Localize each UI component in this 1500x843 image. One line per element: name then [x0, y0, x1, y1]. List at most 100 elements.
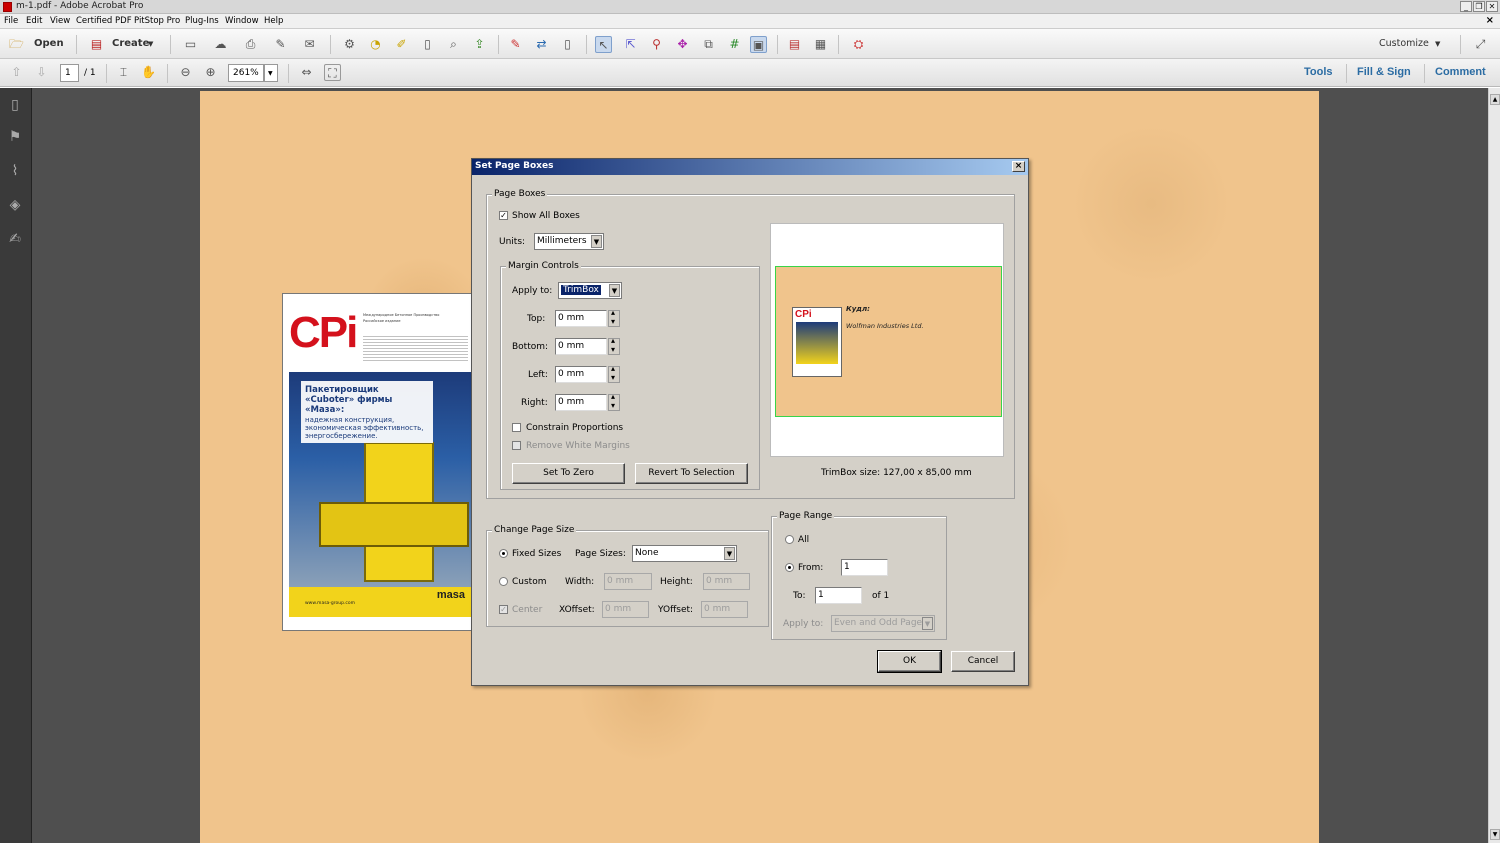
dialog-close-icon[interactable]: ×	[1012, 161, 1025, 172]
menu-certified-pdf[interactable]: Certified PDF	[76, 16, 132, 26]
page-boxes-icon[interactable]: ▣	[750, 36, 767, 53]
next-page-icon[interactable]: ⇩	[33, 64, 50, 81]
menu-help[interactable]: Help	[264, 16, 283, 26]
left-margin-input[interactable]: 0 mm	[555, 366, 607, 383]
email-icon[interactable]: ✉	[301, 36, 318, 53]
yoffset-input[interactable]: 0 mm	[701, 601, 748, 618]
menu-window[interactable]: Window	[225, 16, 259, 26]
select-object-icon[interactable]: ↖	[595, 36, 612, 53]
right-margin-input[interactable]: 0 mm	[555, 394, 607, 411]
pitstop-edit-icon[interactable]: ⇄	[533, 36, 550, 53]
to-input[interactable]: 1	[815, 587, 862, 604]
preview-thumbnail: CPi	[792, 307, 842, 377]
edit-icon[interactable]: ✎	[272, 36, 289, 53]
open-folder-icon[interactable]: 🗁	[8, 36, 25, 53]
ok-button[interactable]: OK	[877, 650, 942, 673]
zoom-level-input[interactable]: 261%	[228, 64, 264, 82]
action-list-icon[interactable]: ⛭	[850, 36, 867, 53]
comment-pane-link[interactable]: Comment	[1435, 66, 1486, 78]
save-icon[interactable]: ▭	[182, 36, 199, 53]
cancel-button[interactable]: Cancel	[951, 651, 1015, 672]
close-window-button[interactable]: ✕	[1486, 1, 1498, 12]
page-sizes-select[interactable]: None ▼	[632, 545, 737, 562]
page-icon[interactable]: ▯	[559, 36, 576, 53]
top-stepper[interactable]	[608, 308, 620, 327]
from-input[interactable]: 1	[841, 559, 888, 576]
page-number-input[interactable]: 1	[60, 64, 79, 82]
remove-white-margins-checkbox[interactable]	[512, 441, 521, 450]
left-stepper[interactable]	[608, 364, 620, 383]
export-icon[interactable]: ⇪	[471, 36, 488, 53]
move-icon[interactable]: ✥	[674, 36, 691, 53]
attachments-icon[interactable]: ⌇	[6, 162, 24, 180]
fixed-sizes-radio[interactable]	[499, 549, 508, 558]
custom-radio[interactable]	[499, 577, 508, 586]
create-button[interactable]: Create	[112, 38, 149, 49]
bottom-stepper[interactable]	[608, 336, 620, 355]
comment-bubble-icon[interactable]: ◔	[367, 36, 384, 53]
constrain-proportions-checkbox[interactable]	[512, 423, 521, 432]
tools-pane-link[interactable]: Tools	[1304, 66, 1333, 78]
select-text-icon[interactable]: ⇱	[622, 36, 639, 53]
width-input[interactable]: 0 mm	[604, 573, 652, 590]
fit-width-icon[interactable]: ⇔	[298, 64, 315, 81]
scroll-up-icon[interactable]: ▲	[1490, 94, 1500, 105]
revert-to-selection-button[interactable]: Revert To Selection	[635, 463, 748, 484]
select-cursor-icon[interactable]: ⌶	[115, 64, 132, 81]
previous-page-icon[interactable]: ⇧	[8, 64, 25, 81]
print-icon[interactable]: ⎙	[242, 36, 259, 53]
settings-gear-icon[interactable]: ⚙	[341, 36, 358, 53]
crop-icon[interactable]: ⧉	[700, 36, 717, 53]
from-radio[interactable]	[785, 563, 794, 572]
close-document-button[interactable]: ×	[1486, 15, 1494, 26]
fit-page-icon[interactable]: ⛶	[324, 64, 341, 81]
preflight-icon[interactable]: ✎	[507, 36, 524, 53]
minimize-button[interactable]: _	[1460, 1, 1472, 12]
open-button[interactable]: Open	[34, 38, 64, 49]
signatures-icon[interactable]: ✍	[6, 230, 24, 248]
apply-to-select[interactable]: TrimBox ▼	[558, 282, 622, 299]
top-margin-input[interactable]: 0 mm	[555, 310, 607, 327]
menu-pitstop-pro[interactable]: PitStop Pro	[134, 16, 180, 26]
height-input[interactable]: 0 mm	[703, 573, 750, 590]
hand-tool-icon[interactable]: ✋	[140, 64, 157, 81]
search-document-icon[interactable]: ⌕	[445, 36, 462, 53]
restore-button[interactable]: ❐	[1473, 1, 1485, 12]
navigator-icon[interactable]: ▦	[812, 36, 829, 53]
page-thumbnails-icon[interactable]: ▯	[6, 96, 24, 114]
vertical-scrollbar[interactable]: ▲ ▼	[1488, 88, 1500, 843]
layers-icon[interactable]: ◈	[6, 196, 24, 214]
pin-icon[interactable]: ⚲	[648, 36, 665, 53]
menu-plug-ins[interactable]: Plug-Ins	[185, 16, 219, 26]
upload-icon[interactable]: ☁	[212, 36, 229, 53]
create-dropdown-icon[interactable]: ▼	[148, 40, 153, 48]
customize-button[interactable]: Customize	[1379, 38, 1429, 49]
zoom-dropdown-icon[interactable]: ▼	[264, 64, 278, 82]
grid-icon[interactable]: #	[726, 36, 743, 53]
menu-file[interactable]: File	[4, 16, 18, 26]
fill-sign-pane-link[interactable]: Fill & Sign	[1357, 66, 1411, 78]
center-checkbox[interactable]: ✓	[499, 605, 508, 614]
all-pages-radio[interactable]	[785, 535, 794, 544]
scroll-down-icon[interactable]: ▼	[1490, 829, 1500, 840]
set-to-zero-button[interactable]: Set To Zero	[512, 463, 625, 484]
right-stepper[interactable]	[608, 392, 620, 411]
menu-edit[interactable]: Edit	[26, 16, 42, 26]
inspector-icon[interactable]: ▤	[786, 36, 803, 53]
create-pdf-icon[interactable]: ▤	[88, 36, 105, 53]
zoom-out-icon[interactable]: ⊖	[177, 64, 194, 81]
xoffset-label: XOffset:	[559, 605, 595, 615]
bottom-margin-input[interactable]: 0 mm	[555, 338, 607, 355]
document-icon[interactable]: ▯	[419, 36, 436, 53]
page-total: / 1	[84, 68, 96, 78]
menu-view[interactable]: View	[50, 16, 70, 26]
zoom-in-icon[interactable]: ⊕	[202, 64, 219, 81]
expand-icon[interactable]: ⤢	[1472, 36, 1489, 53]
units-select[interactable]: Millimeters ▼	[534, 233, 604, 250]
highlight-icon[interactable]: ✐	[393, 36, 410, 53]
range-apply-to-select[interactable]: Even and Odd Pages ▼	[831, 615, 935, 632]
bookmarks-icon[interactable]: ⚑	[6, 128, 24, 146]
customize-dropdown-icon[interactable]: ▼	[1435, 40, 1440, 48]
xoffset-input[interactable]: 0 mm	[602, 601, 649, 618]
show-all-boxes-checkbox[interactable]: ✓	[499, 211, 508, 220]
